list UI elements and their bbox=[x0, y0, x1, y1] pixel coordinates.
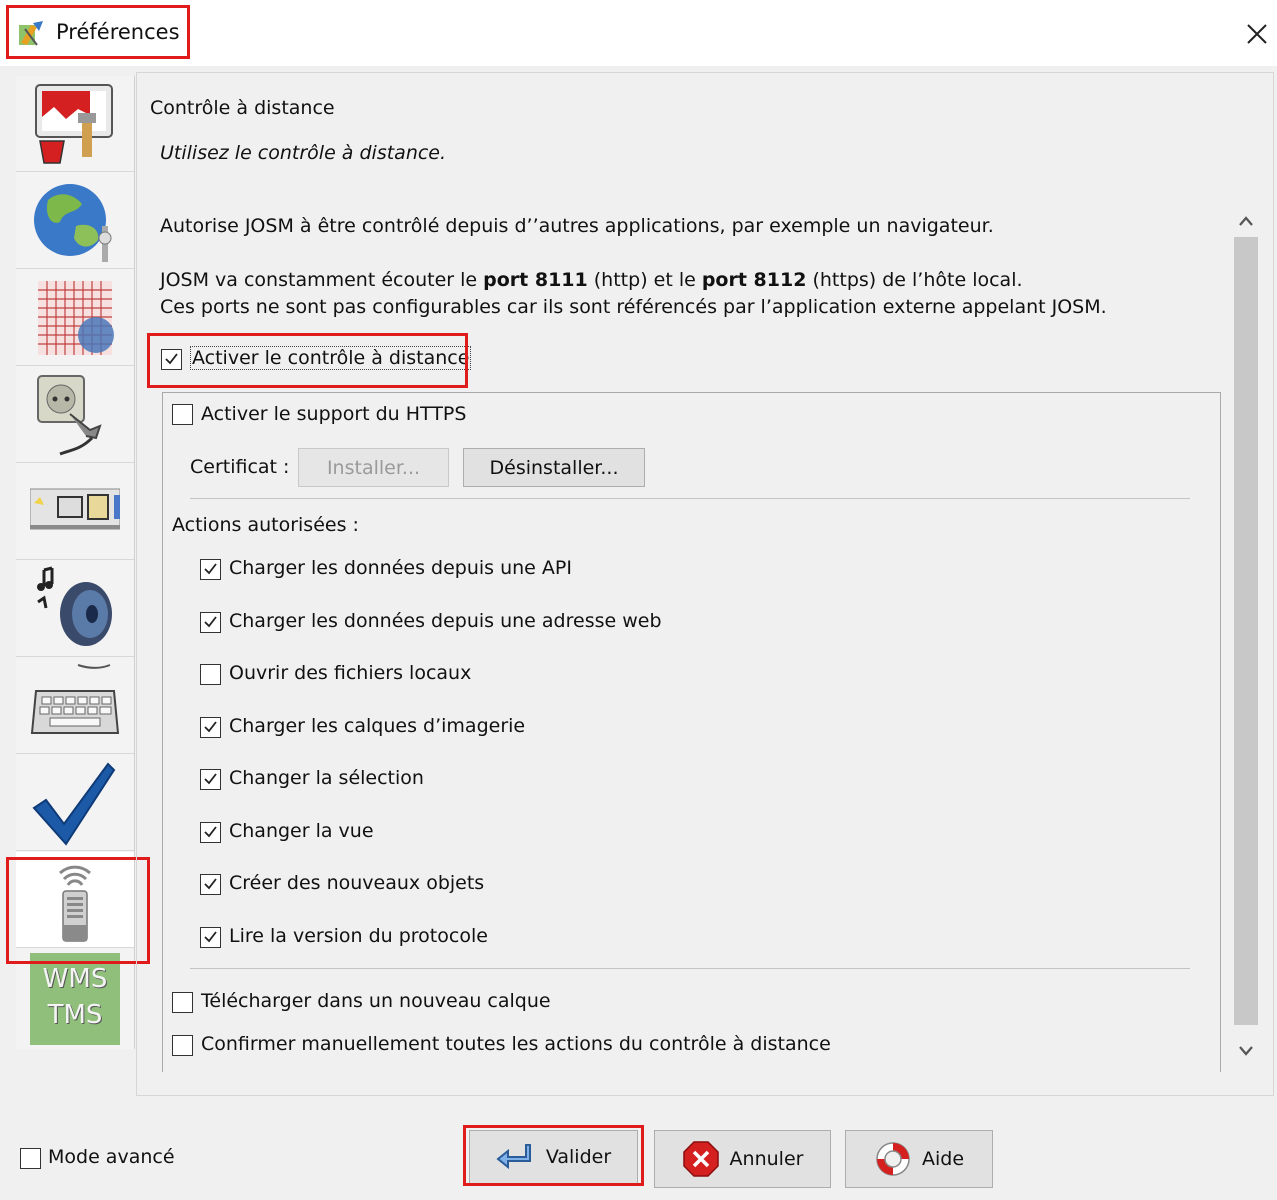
sidebar-item-validator[interactable] bbox=[16, 755, 134, 851]
plugin-plug-icon bbox=[37, 374, 102, 455]
sidebar-item-imagery[interactable]: WMS TMS bbox=[16, 949, 134, 1049]
help-button[interactable]: Aide bbox=[845, 1130, 993, 1188]
ports-line-2: Ces ports ne sont pas configurables car … bbox=[160, 296, 1107, 318]
action-checkbox[interactable] bbox=[200, 769, 221, 790]
checkmark-icon bbox=[204, 826, 217, 838]
action-checkbox[interactable] bbox=[200, 612, 221, 633]
sidebar-selection-highlight bbox=[6, 857, 150, 964]
description-text: Autorise JOSM à être contrôlé depuis d’’… bbox=[160, 215, 994, 237]
chevron-up-icon bbox=[1239, 216, 1253, 226]
action-checkbox[interactable] bbox=[200, 874, 221, 895]
sidebar-item-projection[interactable] bbox=[16, 270, 134, 366]
action-checkbox[interactable] bbox=[200, 559, 221, 580]
globe-connection-icon bbox=[34, 183, 112, 262]
action-label[interactable]: Charger les calques d’imagerie bbox=[229, 715, 525, 737]
ports-line-1: JOSM va constamment écouter le port 8111… bbox=[160, 269, 1023, 291]
tms-label: TMS bbox=[47, 1000, 103, 1030]
audio-speaker-icon bbox=[37, 566, 112, 646]
cancel-icon bbox=[682, 1141, 719, 1177]
https-support-label[interactable]: Activer le support du HTTPS bbox=[201, 403, 466, 425]
checkmark-icon bbox=[204, 616, 217, 628]
checkmark-icon bbox=[204, 878, 217, 890]
sidebar-item-audio[interactable] bbox=[16, 561, 134, 657]
scroll-down-button[interactable] bbox=[1232, 1036, 1260, 1066]
action-checkbox[interactable] bbox=[200, 822, 221, 843]
download-new-layer-checkbox[interactable] bbox=[172, 992, 193, 1013]
action-label[interactable]: Charger les données depuis une API bbox=[229, 557, 572, 579]
checkmark-icon bbox=[204, 721, 217, 733]
uninstall-certificate-button[interactable]: Désinstaller... bbox=[463, 448, 645, 487]
chevron-down-icon bbox=[1239, 1046, 1253, 1056]
action-checkbox[interactable] bbox=[200, 717, 221, 738]
cancel-button-label: Annuler bbox=[729, 1148, 804, 1170]
separator bbox=[190, 968, 1190, 969]
ok-button-highlight bbox=[463, 1125, 644, 1186]
https-support-checkbox[interactable] bbox=[172, 404, 193, 425]
action-label[interactable]: Changer la vue bbox=[229, 820, 374, 842]
confirm-actions-label[interactable]: Confirmer manuellement toutes les action… bbox=[201, 1033, 831, 1055]
toolbar-icon bbox=[30, 488, 120, 529]
scroll-up-button[interactable] bbox=[1232, 206, 1260, 236]
action-checkbox[interactable] bbox=[200, 664, 221, 685]
section-subtitle: Utilisez le contrôle à distance. bbox=[160, 142, 447, 164]
sidebar-item-connection[interactable] bbox=[16, 173, 134, 269]
display-paint-icon bbox=[35, 83, 113, 164]
lifebuoy-help-icon bbox=[876, 1142, 910, 1176]
checkmark-icon bbox=[204, 773, 217, 785]
validator-checkmark-icon bbox=[32, 761, 116, 846]
checkmark-icon bbox=[204, 563, 217, 575]
grid-projection-icon bbox=[38, 280, 114, 355]
action-label[interactable]: Lire la version du protocole bbox=[229, 925, 488, 947]
download-new-layer-label[interactable]: Télécharger dans un nouveau calque bbox=[201, 990, 551, 1012]
close-icon bbox=[1247, 24, 1267, 44]
action-checkbox[interactable] bbox=[200, 927, 221, 948]
checkmark-icon bbox=[204, 931, 217, 943]
sidebar-item-toolbar[interactable] bbox=[16, 464, 134, 560]
action-label[interactable]: Charger les données depuis une adresse w… bbox=[229, 610, 662, 632]
advanced-mode-label[interactable]: Mode avancé bbox=[48, 1146, 175, 1168]
cancel-button[interactable]: Annuler bbox=[654, 1130, 831, 1188]
sidebar-item-display[interactable] bbox=[16, 76, 134, 172]
wms-tms-icon: WMS TMS bbox=[30, 953, 120, 1045]
help-button-label: Aide bbox=[921, 1148, 965, 1170]
enable-remote-highlight bbox=[147, 333, 468, 388]
title-bar bbox=[0, 0, 1277, 66]
action-label[interactable]: Changer la sélection bbox=[229, 767, 424, 789]
action-label[interactable]: Ouvrir des fichiers locaux bbox=[229, 662, 471, 684]
title-highlight bbox=[6, 5, 190, 59]
advanced-mode-checkbox[interactable] bbox=[20, 1148, 41, 1169]
separator bbox=[190, 498, 1190, 499]
install-certificate-button[interactable]: Installer... bbox=[298, 448, 449, 487]
action-label[interactable]: Créer des nouveaux objets bbox=[229, 872, 484, 894]
keyboard-shortcut-icon bbox=[30, 663, 120, 734]
scrollbar-thumb[interactable] bbox=[1234, 237, 1258, 1025]
actions-heading: Actions autorisées : bbox=[172, 514, 359, 536]
close-button[interactable] bbox=[1237, 14, 1277, 54]
certificate-label: Certificat : bbox=[190, 456, 290, 478]
sidebar-item-plugins[interactable] bbox=[16, 367, 134, 463]
section-title: Contrôle à distance bbox=[150, 97, 335, 119]
confirm-actions-checkbox[interactable] bbox=[172, 1035, 193, 1056]
sidebar-item-shortcuts[interactable] bbox=[16, 658, 134, 754]
wms-label: WMS bbox=[42, 964, 108, 994]
